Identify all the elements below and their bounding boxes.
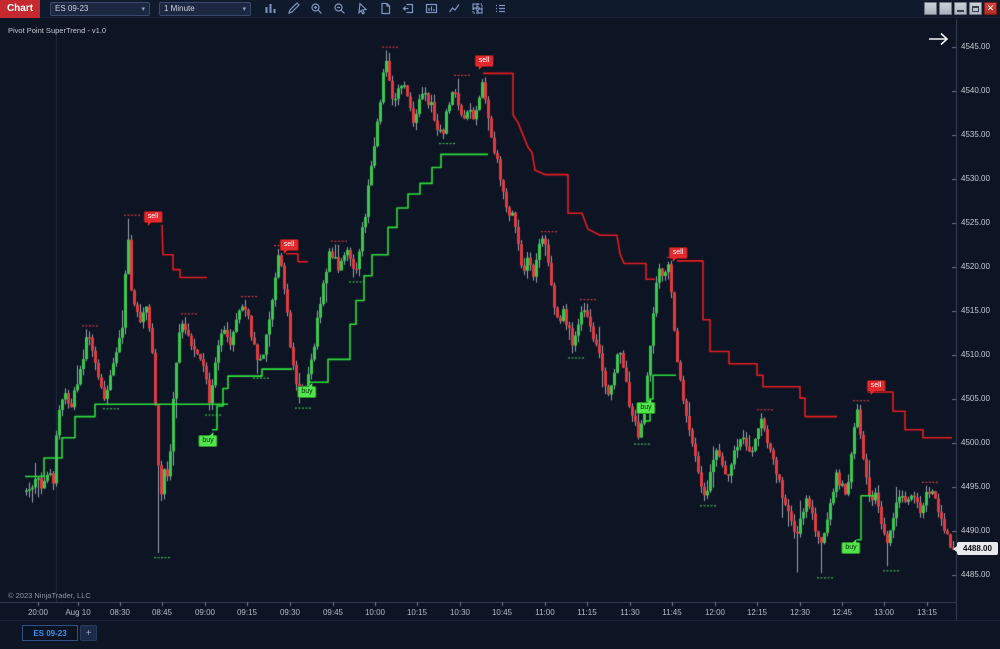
time-axis-label: 11:30 (620, 608, 639, 617)
time-axis-label: 11:45 (662, 608, 681, 617)
price-axis-label: 4530.00 (961, 174, 990, 183)
export-panel-icon[interactable] (401, 2, 415, 16)
pencil-icon[interactable] (286, 2, 300, 16)
time-axis-label: Aug 10 (65, 608, 90, 617)
window-controls: ✕ (924, 2, 997, 15)
price-axis-label: 4515.00 (961, 306, 990, 315)
indicator-label: Pivot Point SuperTrend - v1.0 (8, 26, 106, 35)
time-axis-label: 12:45 (832, 608, 852, 617)
document-icon[interactable] (378, 2, 392, 16)
sell-signal-label: sell (475, 55, 494, 67)
time-axis-label: 13:15 (917, 608, 937, 617)
time-axis-label: 12:15 (747, 608, 767, 617)
sell-signal-label: sell (867, 380, 886, 392)
time-axis-label: 12:30 (790, 608, 810, 617)
bottom-tab-bar: ES 09-23 + (0, 620, 1000, 649)
buy-signal-label: buy (636, 402, 655, 414)
chevron-down-icon: ▾ (242, 5, 246, 13)
buy-signal-label: buy (297, 386, 316, 398)
chart-window-tab[interactable]: Chart (0, 0, 40, 18)
time-axis-label: 11:15 (577, 608, 596, 617)
window-spacer-button-1[interactable] (924, 2, 937, 15)
price-axis-label: 4540.00 (961, 86, 990, 95)
instrument-dropdown[interactable]: ES 09-23 ▾ (50, 2, 150, 16)
price-axis-label: 4485.00 (961, 570, 990, 579)
list-icon[interactable] (493, 2, 507, 16)
close-button[interactable]: ✕ (984, 2, 997, 15)
current-price-badge: 4488.00 (957, 542, 998, 555)
time-axis-label: 10:15 (407, 608, 427, 617)
grid-icon[interactable] (470, 2, 484, 16)
price-axis-label: 4535.00 (961, 130, 990, 139)
zoom-out-icon[interactable] (332, 2, 346, 16)
ninjatrader-chart-window: Chart ES 09-23 ▾ 1 Minute ▾ (0, 0, 1000, 649)
time-axis-label: 09:15 (237, 608, 257, 617)
buy-signal-label: buy (198, 435, 217, 447)
interval-dropdown[interactable]: 1 Minute ▾ (159, 2, 251, 16)
price-axis-label: 4545.00 (961, 42, 990, 51)
sell-signal-label: sell (280, 239, 299, 251)
bar-chart-icon[interactable] (263, 2, 277, 16)
toolbar-icons (263, 2, 507, 16)
time-axis-label: 09:45 (323, 608, 343, 617)
line-chart-icon[interactable] (447, 2, 461, 16)
window-spacer-button-2[interactable] (939, 2, 952, 15)
go-to-latest-arrow-icon[interactable] (926, 29, 952, 49)
price-axis-label: 4520.00 (961, 262, 990, 271)
time-axis-label: 20:00 (28, 608, 48, 617)
time-axis-label: 10:00 (365, 608, 385, 617)
price-axis-label: 4510.00 (961, 350, 990, 359)
maximize-button[interactable] (969, 2, 982, 15)
time-axis-label: 10:45 (492, 608, 512, 617)
price-axis-label: 4490.00 (961, 526, 990, 535)
cursor-icon[interactable] (355, 2, 369, 16)
time-axis-label: 11:00 (535, 608, 554, 617)
add-tab-button[interactable]: + (80, 625, 97, 641)
price-axis-label: 4500.00 (961, 438, 990, 447)
copyright-watermark: © 2023 NinjaTrader, LLC (8, 591, 91, 600)
time-axis-label: 12:00 (705, 608, 725, 617)
price-axis-label: 4525.00 (961, 218, 990, 227)
chevron-down-icon: ▾ (141, 5, 145, 13)
time-axis-label: 08:30 (110, 608, 130, 617)
time-axis-label: 09:30 (280, 608, 300, 617)
chart-window-icon[interactable] (424, 2, 438, 16)
minimize-button[interactable] (954, 2, 967, 15)
zoom-in-icon[interactable] (309, 2, 323, 16)
interval-dropdown-value: 1 Minute (164, 4, 238, 13)
price-axis-label: 4495.00 (961, 482, 990, 491)
sell-signal-label: sell (144, 211, 163, 223)
instrument-tab[interactable]: ES 09-23 (22, 625, 78, 641)
toolbar: Chart ES 09-23 ▾ 1 Minute ▾ (0, 0, 1000, 18)
time-axis-label: 10:30 (450, 608, 470, 617)
instrument-dropdown-value: ES 09-23 (55, 4, 137, 13)
time-axis-label: 13:00 (874, 608, 894, 617)
price-axis-label: 4505.00 (961, 394, 990, 403)
time-axis-label: 08:45 (152, 608, 172, 617)
buy-signal-label: buy (841, 542, 860, 554)
sell-signal-label: sell (669, 247, 688, 259)
time-axis-label: 09:00 (195, 608, 215, 617)
